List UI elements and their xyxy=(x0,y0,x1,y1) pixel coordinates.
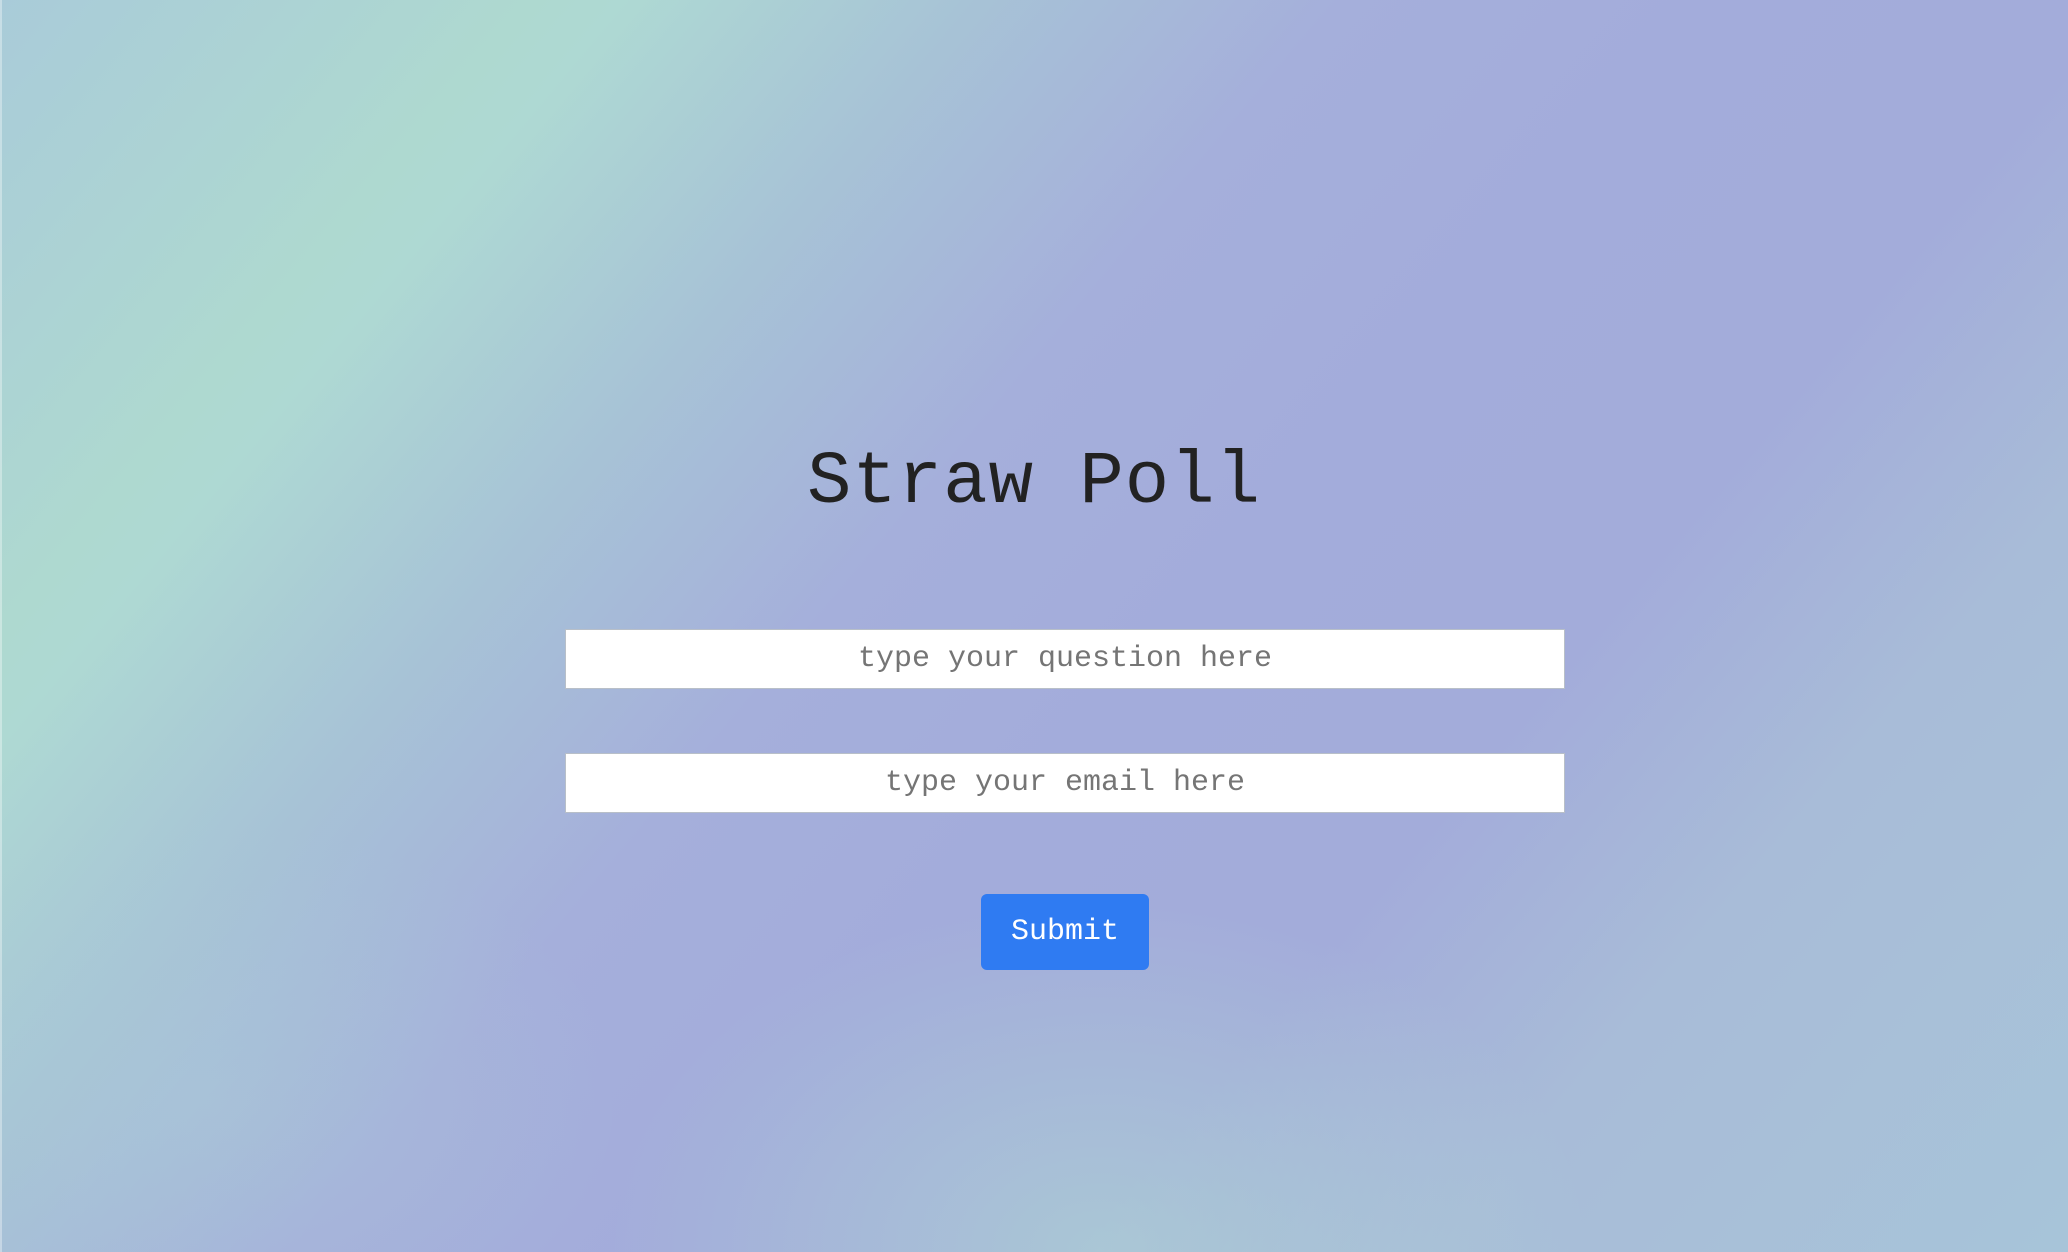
background-glow xyxy=(0,0,2068,1252)
submit-button[interactable]: Submit xyxy=(981,894,1149,970)
question-input[interactable] xyxy=(565,629,1565,689)
email-input[interactable] xyxy=(565,753,1565,813)
window-edge xyxy=(0,0,2,1252)
page-title: Straw Poll xyxy=(806,441,1262,525)
